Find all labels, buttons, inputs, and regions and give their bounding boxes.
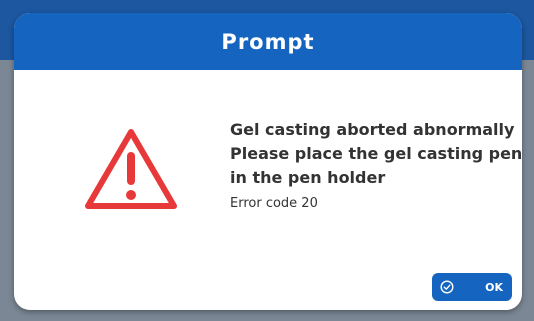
message-line: in the pen holder (230, 168, 386, 187)
warning-icon (85, 129, 177, 209)
check-circle-icon (440, 280, 454, 294)
ok-button[interactable]: OK (432, 273, 512, 301)
dialog-header: Prompt (14, 13, 522, 70)
ok-label: OK (485, 280, 503, 294)
dialog-message: Gel casting aborted abnormally Please pl… (230, 118, 522, 211)
error-code: Error code 20 (230, 196, 318, 211)
prompt-dialog: Prompt Gel casting aborted abnormally Pl… (14, 13, 522, 310)
message-line: Please place the gel casting pen (230, 144, 522, 163)
message-line: Gel casting aborted abnormally (230, 120, 515, 139)
dialog-title: Prompt (221, 29, 315, 54)
